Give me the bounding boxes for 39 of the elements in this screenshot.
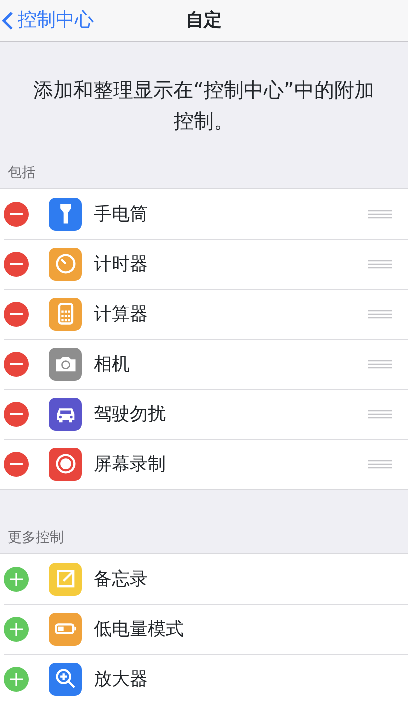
plus-icon (10, 672, 23, 686)
minus-icon (10, 312, 23, 316)
plus-icon (10, 572, 23, 586)
minus-icon (10, 412, 23, 416)
drag-handle-icon[interactable] (368, 310, 392, 318)
description-text: 添加和整理显示在“控制中心”中的附加控制。 (32, 77, 376, 135)
add-button[interactable] (4, 616, 29, 642)
control-label: 屏幕录制 (94, 452, 167, 476)
control-label: 计时器 (94, 252, 149, 276)
drag-handle-icon[interactable] (368, 210, 392, 218)
control-label: 放大器 (94, 668, 149, 692)
section-header: 包括 (8, 164, 36, 183)
drag-handle-icon[interactable] (368, 260, 392, 268)
add-button[interactable] (4, 666, 29, 692)
remove-button[interactable] (4, 252, 29, 276)
drag-handle-icon[interactable] (368, 460, 392, 468)
control-label: 相机 (94, 352, 131, 376)
back-chevron-icon (2, 10, 14, 30)
drag-handle-icon[interactable] (368, 410, 392, 418)
page-title: 自定 (186, 10, 222, 31)
remove-button[interactable] (4, 352, 29, 376)
control-label: 备忘录 (94, 568, 149, 592)
plus-icon (10, 622, 23, 636)
back-button[interactable]: 控制中心 (0, 0, 94, 41)
control-label: 驾驶勿扰 (94, 402, 167, 426)
control-label: 低电量模式 (94, 618, 185, 642)
control-label: 计算器 (94, 302, 149, 326)
add-button[interactable] (4, 566, 29, 592)
minus-icon (10, 362, 23, 366)
remove-button[interactable] (4, 402, 29, 426)
minus-icon (10, 462, 23, 466)
minus-icon (10, 262, 23, 266)
control-label: 手电筒 (94, 202, 149, 226)
remove-button[interactable] (4, 202, 29, 226)
remove-button[interactable] (4, 452, 29, 476)
section-header: 更多控制 (8, 529, 64, 548)
remove-button[interactable] (4, 302, 29, 326)
minus-icon (10, 212, 23, 216)
drag-handle-icon[interactable] (368, 360, 392, 368)
